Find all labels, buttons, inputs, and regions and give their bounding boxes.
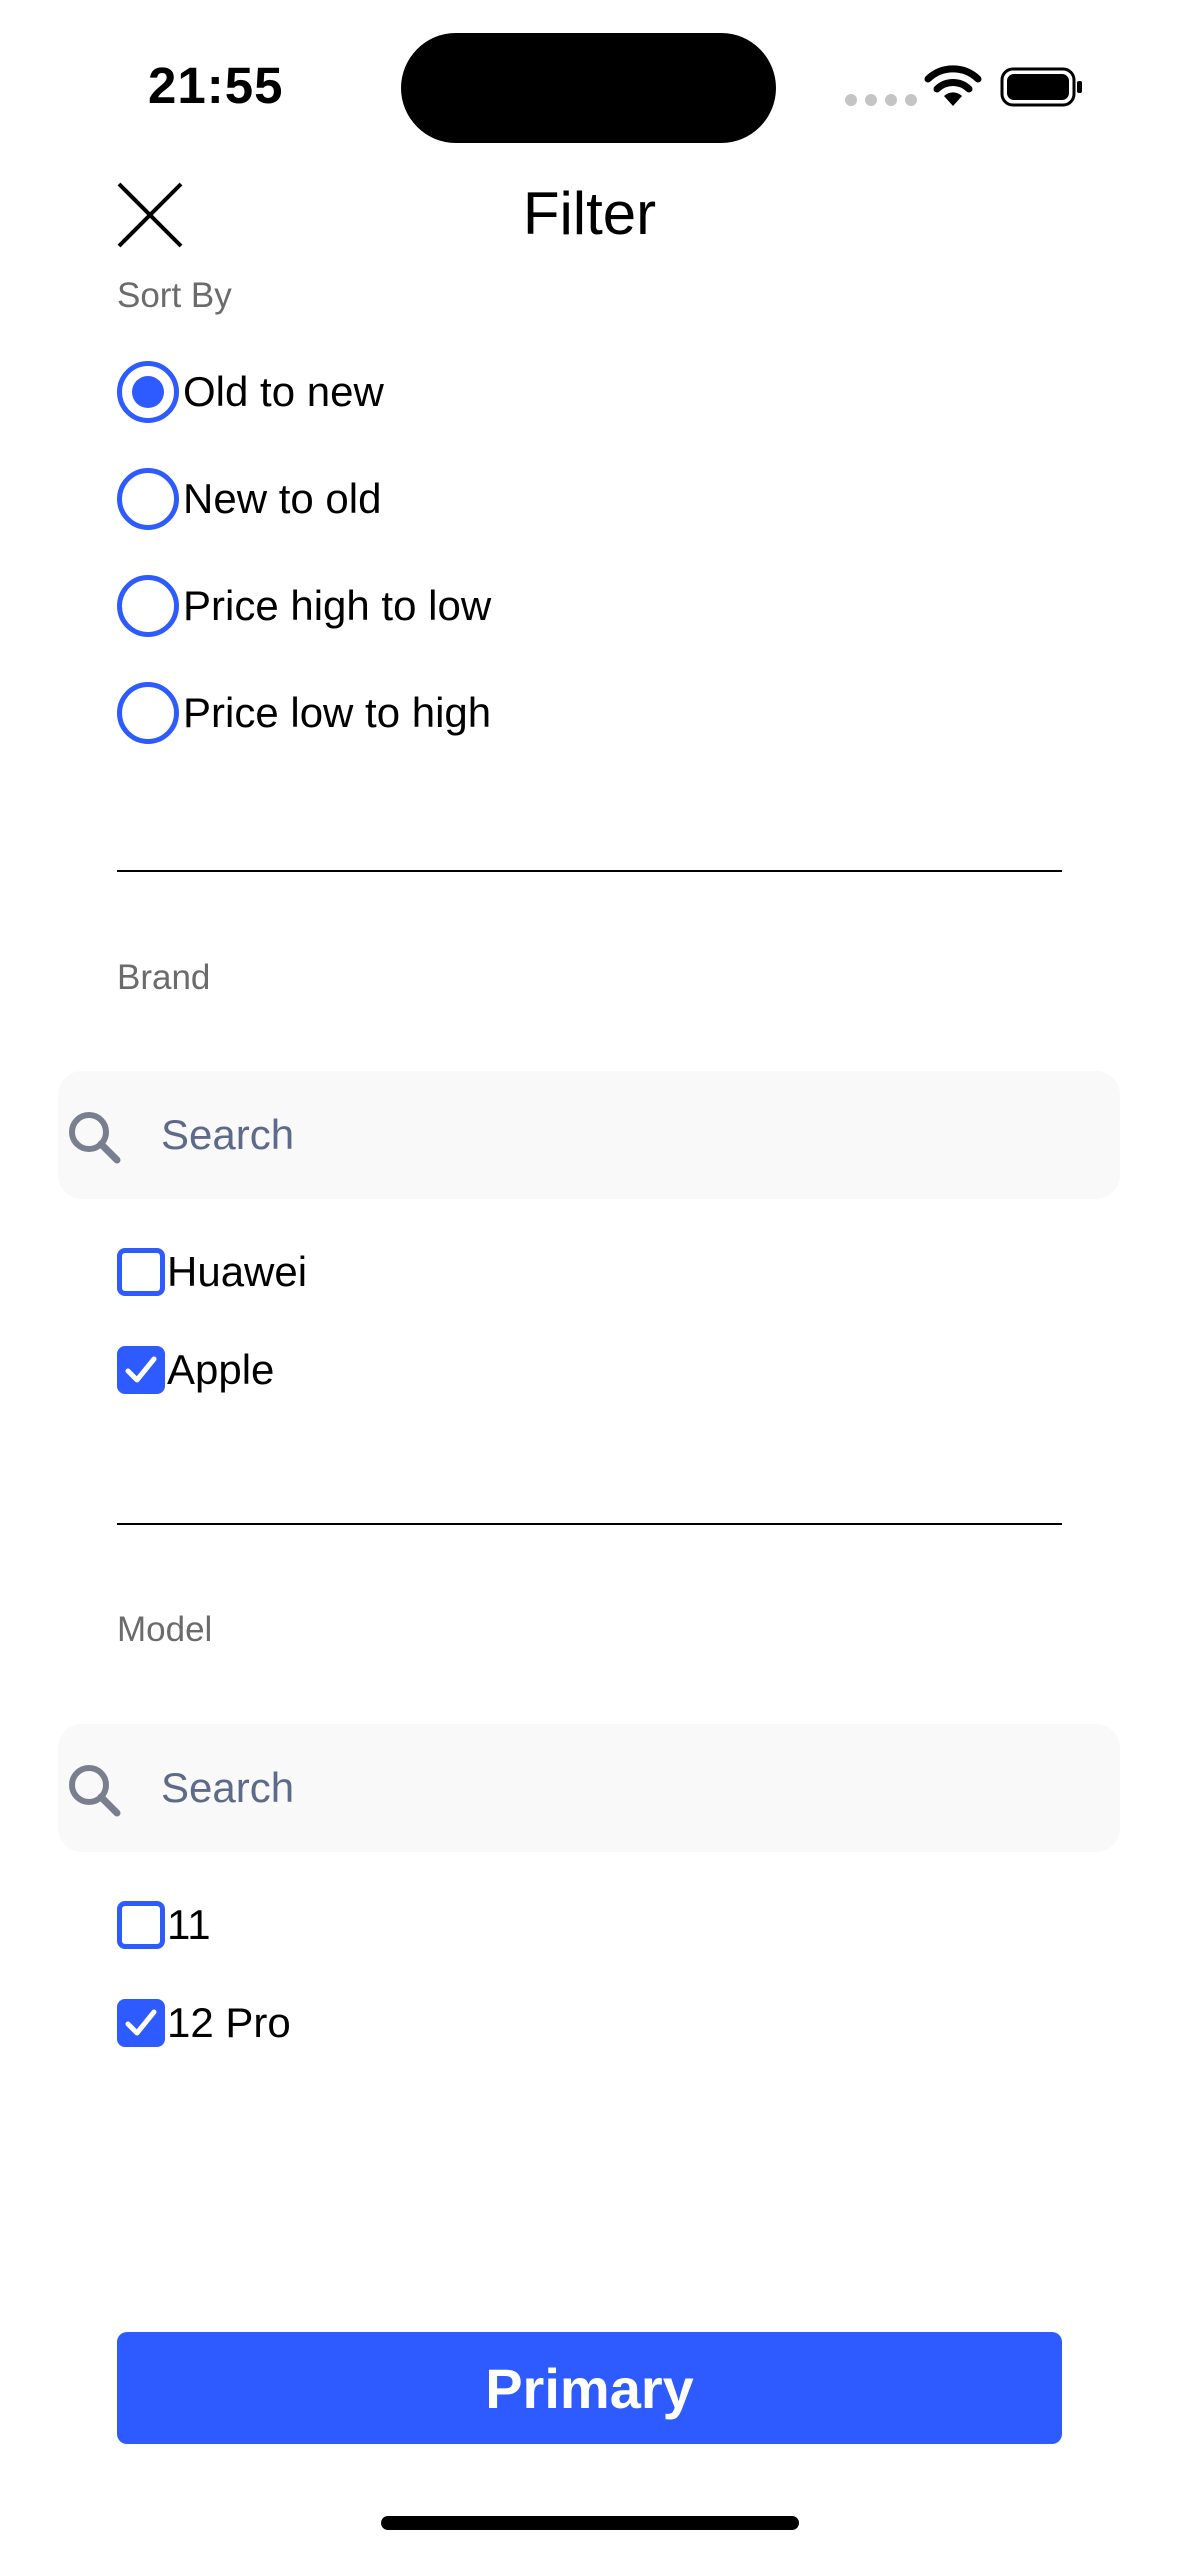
checkbox-huawei[interactable]: Huawei: [117, 1246, 307, 1298]
primary-button[interactable]: Primary: [117, 2332, 1062, 2444]
checkbox-unchecked-icon: [117, 1248, 165, 1296]
divider: [117, 870, 1062, 872]
battery-icon: [1000, 67, 1082, 107]
radio-price-low-to-high[interactable]: Price low to high: [117, 681, 491, 745]
model-search-box[interactable]: [58, 1724, 1120, 1852]
radio-label: Old to new: [183, 368, 384, 415]
filter-screen: 21:55 Filter Sort By Old to new New to o…: [0, 0, 1179, 2556]
radio-new-to-old[interactable]: New to old: [117, 467, 381, 531]
radio-unselected-icon: [117, 575, 179, 637]
checkbox-label: Apple: [167, 1346, 275, 1393]
radio-unselected-icon: [117, 682, 179, 744]
sort-by-label: Sort By: [117, 276, 232, 315]
status-time: 21:55: [148, 57, 284, 114]
radio-old-to-new[interactable]: Old to new: [117, 360, 384, 424]
cellular-signal-icon: [845, 94, 917, 106]
search-icon: [69, 1112, 121, 1164]
home-indicator: [381, 2516, 799, 2530]
divider: [117, 1523, 1062, 1525]
checkbox-label: Huawei: [167, 1248, 308, 1295]
wifi-icon: [924, 65, 982, 106]
radio-label: Price high to low: [183, 582, 492, 629]
radio-unselected-icon: [117, 468, 179, 530]
radio-price-high-to-low[interactable]: Price high to low: [117, 574, 491, 638]
checkmark-icon: [117, 1346, 165, 1394]
checkbox-11[interactable]: 11: [117, 1899, 211, 1951]
radio-label: New to old: [183, 475, 382, 522]
brand-search-box[interactable]: [58, 1071, 1120, 1199]
checkbox-unchecked-icon: [117, 1901, 165, 1949]
radio-label: Price low to high: [183, 689, 492, 736]
page-title: Filter: [522, 180, 657, 247]
brand-search-input[interactable]: [161, 1071, 1061, 1199]
checkbox-12-pro[interactable]: 12 Pro: [117, 1997, 291, 2049]
checkbox-apple[interactable]: Apple: [117, 1344, 274, 1396]
checkmark-icon: [117, 1999, 165, 2047]
dynamic-island: [401, 33, 776, 143]
model-label: Model: [117, 1610, 213, 1649]
brand-label: Brand: [117, 958, 211, 997]
checkbox-label: 11: [167, 1901, 211, 1948]
radio-selected-icon: [117, 361, 179, 423]
search-icon: [69, 1765, 121, 1817]
checkbox-label: 12 Pro: [167, 1999, 291, 2046]
model-search-input[interactable]: [161, 1724, 1061, 1852]
